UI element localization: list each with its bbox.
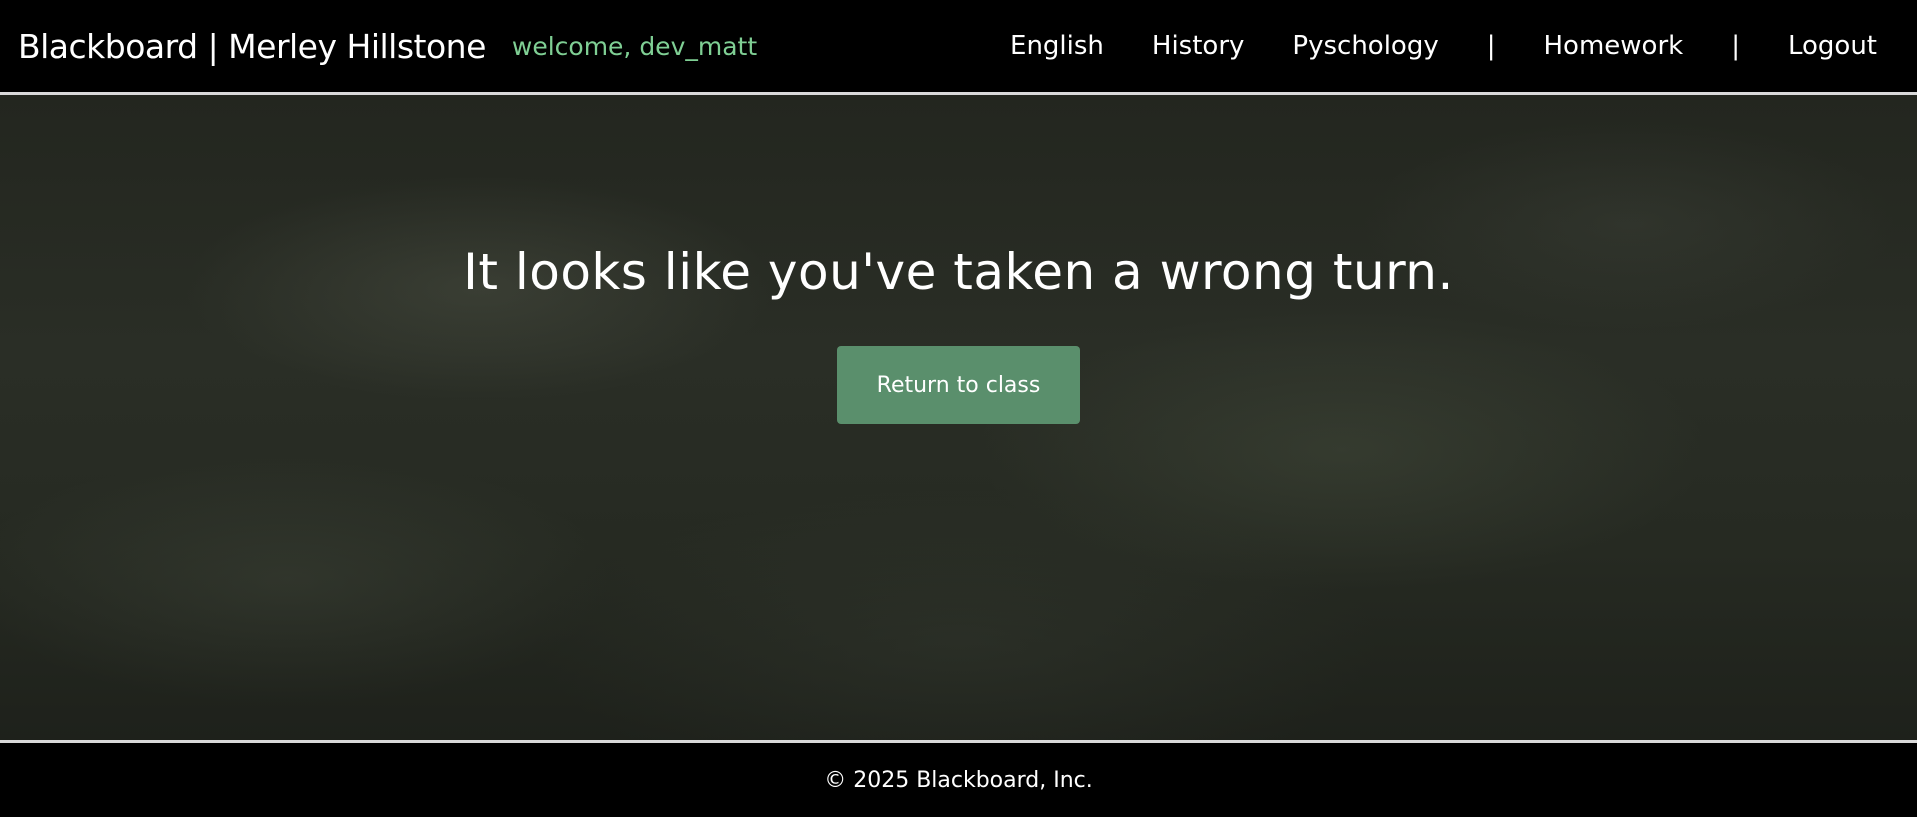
error-headline: It looks like you've taken a wrong turn. <box>463 243 1454 301</box>
welcome-message: welcome, dev_matt <box>511 31 758 61</box>
nav-menu: English History Pyschology | Homework | … <box>1010 31 1899 61</box>
chalkboard-background: It looks like you've taken a wrong turn.… <box>0 95 1917 740</box>
page: Blackboard | Merley Hillstone welcome, d… <box>0 0 1917 817</box>
top-nav-bar: Blackboard | Merley Hillstone welcome, d… <box>0 0 1917 92</box>
nav-separator: | <box>1731 31 1740 61</box>
nav-link-logout[interactable]: Logout <box>1788 31 1877 61</box>
copyright-text: © 2025 Blackboard, Inc. <box>824 767 1093 793</box>
return-to-class-button[interactable]: Return to class <box>837 346 1080 424</box>
nav-link-history[interactable]: History <box>1152 31 1245 61</box>
nav-link-english[interactable]: English <box>1010 31 1104 61</box>
site-brand[interactable]: Blackboard | Merley Hillstone <box>18 27 486 66</box>
nav-link-psychology[interactable]: Pyschology <box>1292 31 1438 61</box>
footer: © 2025 Blackboard, Inc. <box>0 743 1917 817</box>
nav-link-homework[interactable]: Homework <box>1544 31 1684 61</box>
nav-separator: | <box>1486 31 1496 61</box>
